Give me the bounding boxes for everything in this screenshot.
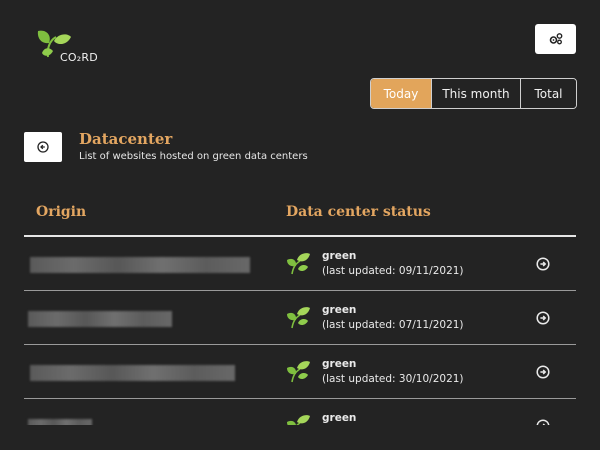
- column-header-status: Data center status: [286, 204, 431, 220]
- table-row: green (last updated: 09/11/2021): [24, 237, 576, 291]
- circle-arrow-left-icon: [37, 141, 49, 153]
- period-selector: Today This month Total: [370, 78, 577, 109]
- status-cell: green (last updated: 07/11/2021): [322, 303, 464, 333]
- circle-arrow-right-icon[interactable]: [536, 419, 550, 425]
- table-row: green: [24, 399, 576, 425]
- logo: CO₂RD: [34, 27, 114, 67]
- status-value: green: [322, 250, 357, 262]
- status-value: green: [322, 412, 357, 424]
- table-row: green (last updated: 30/10/2021): [24, 345, 576, 399]
- table-row: green (last updated: 07/11/2021): [24, 291, 576, 345]
- status-cell: green (last updated: 09/11/2021): [322, 249, 464, 279]
- back-button[interactable]: [24, 132, 62, 162]
- circle-arrow-right-icon[interactable]: [536, 365, 550, 379]
- last-updated: (last updated: 30/10/2021): [322, 373, 464, 385]
- green-leaf-icon: [287, 307, 310, 329]
- tab-today[interactable]: Today: [371, 79, 431, 108]
- status-value: green: [322, 304, 357, 316]
- redacted-origin: [28, 419, 92, 425]
- circle-arrow-right-icon[interactable]: [536, 311, 550, 325]
- column-header-origin: Origin: [36, 204, 87, 220]
- status-cell: green: [322, 411, 356, 425]
- tab-total[interactable]: Total: [520, 79, 576, 108]
- green-leaf-icon: [287, 361, 310, 383]
- tab-this-month[interactable]: This month: [431, 79, 520, 108]
- settings-button[interactable]: [535, 24, 576, 54]
- redacted-origin: [30, 257, 250, 273]
- last-updated: (last updated: 07/11/2021): [322, 319, 464, 331]
- redacted-origin: [30, 365, 235, 381]
- redacted-origin: [28, 311, 172, 327]
- datacenter-table: green (last updated: 09/11/2021) green (…: [24, 235, 576, 425]
- page-title: Datacenter: [79, 130, 173, 148]
- page-subtitle: List of websites hosted on green data ce…: [79, 151, 308, 162]
- status-cell: green (last updated: 30/10/2021): [322, 357, 464, 387]
- logo-text: CO₂RD: [60, 51, 98, 64]
- circle-arrow-right-icon[interactable]: [536, 257, 550, 271]
- status-value: green: [322, 358, 357, 370]
- green-leaf-icon: [287, 253, 310, 275]
- green-leaf-icon: [287, 415, 310, 425]
- gears-icon: [549, 33, 562, 45]
- last-updated: (last updated: 09/11/2021): [322, 265, 464, 277]
